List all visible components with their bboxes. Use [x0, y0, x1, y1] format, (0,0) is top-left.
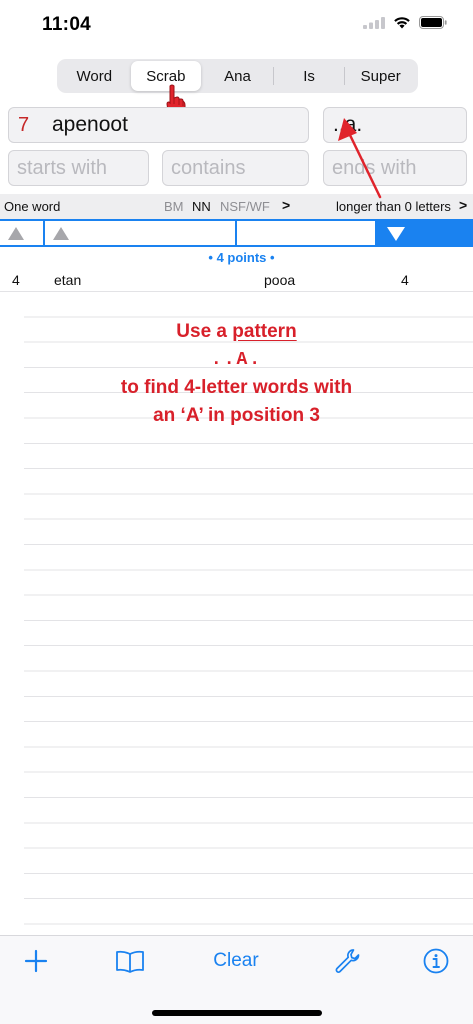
wrench-icon — [335, 949, 360, 973]
table-row[interactable]: 4 etan pooa 4 — [0, 268, 473, 292]
contains-placeholder: contains — [171, 156, 246, 179]
row-leftover: pooa — [264, 272, 296, 288]
bottom-toolbar: Clear — [0, 935, 473, 1024]
points-group-header: • 4 points • — [208, 250, 275, 265]
pattern-value: ..a. — [333, 113, 363, 136]
add-button[interactable] — [22, 946, 50, 976]
row-score: 4 — [12, 272, 20, 288]
dictionary-chevron-icon[interactable]: > — [282, 197, 290, 213]
status-bar: 11:04 — [0, 0, 473, 50]
tutorial-annotation: Use a pattern ..A. to find 4-letter word… — [0, 318, 473, 430]
settings-button[interactable] — [332, 946, 362, 976]
starts-with-input[interactable]: starts with — [8, 150, 149, 186]
annotation-line-4: an ‘A’ in position 3 — [153, 405, 320, 426]
bm-option[interactable]: BM — [164, 199, 184, 214]
starts-with-placeholder: starts with — [17, 156, 108, 179]
length-filter-option[interactable]: longer than 0 letters — [336, 199, 451, 214]
segment-is[interactable]: Is — [274, 61, 345, 91]
pattern-input[interactable]: ..a. — [323, 107, 467, 143]
letters-input[interactable]: 7 apenoot — [8, 107, 309, 143]
ends-with-input[interactable]: ends with — [323, 150, 467, 186]
status-icons — [363, 16, 447, 29]
book-icon — [116, 950, 144, 973]
sort-ascending-icon — [8, 227, 24, 240]
signal-icon — [363, 16, 385, 29]
segment-word[interactable]: Word — [59, 61, 130, 91]
length-chevron-icon[interactable]: > — [459, 197, 467, 213]
segment-ana[interactable]: Ana — [202, 61, 273, 91]
info-icon — [423, 948, 449, 974]
contains-input[interactable]: contains — [162, 150, 309, 186]
sort-column-3[interactable] — [237, 221, 377, 245]
home-indicator — [152, 1010, 322, 1016]
clear-button[interactable]: Clear — [200, 946, 272, 976]
plus-icon — [24, 949, 48, 973]
status-time: 11:04 — [42, 14, 92, 35]
annotation-line-3: to find 4-letter words with — [120, 377, 353, 398]
sort-header-row — [0, 219, 473, 247]
sort-descending-icon — [387, 227, 405, 241]
options-row: One word BM NN NSF/WF > longer than 0 le… — [0, 194, 473, 219]
dictionary-button[interactable] — [114, 946, 146, 976]
sort-column-1[interactable] — [0, 221, 45, 245]
sort-ascending-icon — [53, 227, 69, 240]
annotation-pattern-word: pattern — [232, 321, 297, 342]
annotation-line-1: Use a pattern — [176, 321, 297, 342]
sort-column-4-active[interactable] — [377, 221, 473, 245]
info-button[interactable] — [421, 946, 451, 976]
letters-value: apenoot — [52, 113, 128, 136]
battery-icon — [419, 16, 447, 29]
one-word-option[interactable]: One word — [4, 199, 60, 214]
row-word: etan — [54, 272, 82, 288]
nn-option[interactable]: NN — [192, 199, 211, 214]
letter-count: 7 — [18, 113, 30, 136]
sort-column-2[interactable] — [45, 221, 237, 245]
nsf-wf-option[interactable]: NSF/WF — [220, 199, 270, 214]
mode-segmented-control: Word Scrab Ana Is Super — [57, 59, 418, 93]
row-length: 4 — [401, 272, 409, 288]
segment-super[interactable]: Super — [345, 61, 416, 91]
annotation-pattern-example: ..A. — [210, 350, 263, 370]
ends-with-placeholder: ends with — [332, 156, 417, 179]
wifi-icon — [394, 17, 410, 29]
